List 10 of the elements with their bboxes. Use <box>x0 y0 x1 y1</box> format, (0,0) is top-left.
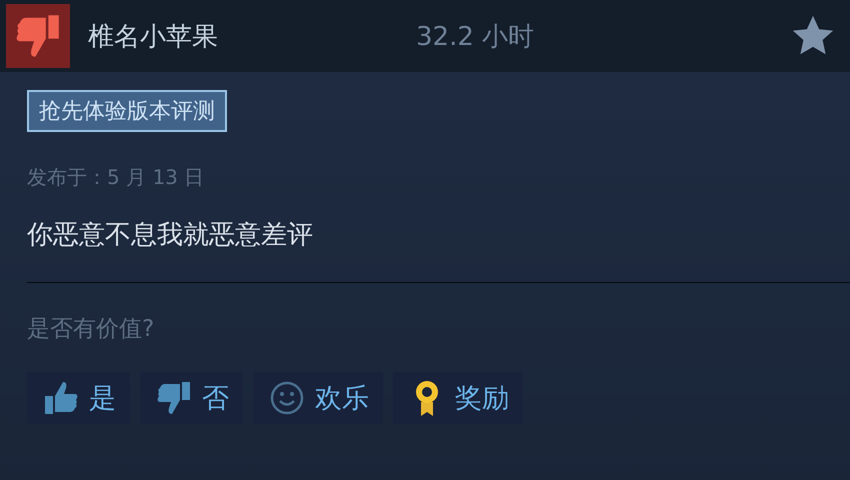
yes-vote-button[interactable]: 是 <box>27 372 130 424</box>
no-vote-button[interactable]: 否 <box>140 372 243 424</box>
helpful-prompt: 是否有价值? <box>27 315 156 344</box>
post-date: 发布于：5 月 13 日 <box>27 164 206 191</box>
award-vote-button[interactable]: 奖励 <box>393 372 523 424</box>
funny-vote-button[interactable]: 欢乐 <box>253 372 383 424</box>
review-text: 你恶意不息我就恶意差评 <box>27 219 314 252</box>
author-name[interactable]: 椎名小苹果 <box>88 18 416 54</box>
playtime-hours: 32.2 小时 <box>416 20 536 54</box>
early-access-tag: 抢先体验版本评测 <box>27 90 227 132</box>
